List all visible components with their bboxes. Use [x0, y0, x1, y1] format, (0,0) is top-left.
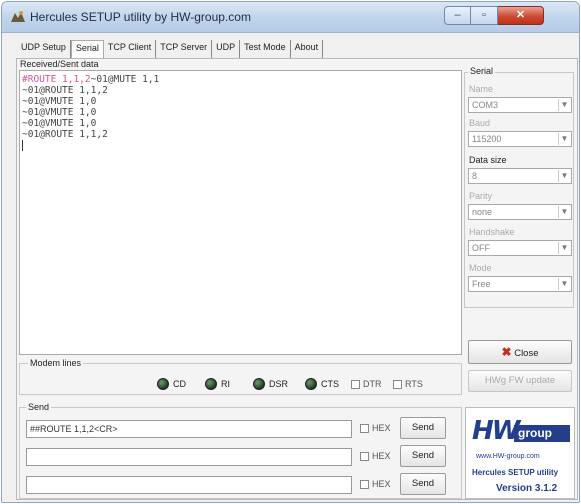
chevron-down-icon[interactable]: ▼ [558, 206, 570, 218]
hex-checkbox-1[interactable] [360, 424, 369, 433]
close-x-icon: ✖ [501, 345, 512, 359]
baud-select[interactable]: 115200 ▼ [468, 131, 572, 147]
chevron-down-icon[interactable]: ▼ [558, 99, 570, 111]
dtr-label: DTR [363, 379, 382, 389]
mode-select[interactable]: Free ▼ [468, 276, 572, 292]
send-input-3[interactable] [26, 476, 352, 494]
parity-value: none [472, 207, 493, 217]
window-title: Hercules SETUP utility by HW-group.com [30, 10, 251, 24]
handshake-value: OFF [472, 243, 490, 253]
cd-label: CD [173, 379, 186, 389]
dsr-led-icon [253, 378, 265, 390]
send-input-1[interactable]: ##ROUTE 1,1,2<CR> [26, 420, 352, 438]
title-bar[interactable]: Hercules SETUP utility by HW-group.com –… [2, 2, 579, 33]
cts-label: CTS [321, 379, 339, 389]
data-size-value: 8 [472, 171, 478, 181]
received-text: ~01@MUTE 1,1 [90, 74, 160, 85]
send-input-2[interactable] [26, 448, 352, 466]
hex-label-3: HEX [372, 479, 391, 489]
cts-led-icon [305, 378, 317, 390]
send-button-1[interactable]: Send [400, 417, 446, 439]
send-group-label: Send [26, 402, 52, 412]
handshake-select[interactable]: OFF ▼ [468, 240, 572, 256]
terminal-line: ~01@VMUTE 1,0 [22, 107, 97, 118]
modem-lines-label: Modem lines [28, 358, 84, 368]
mode-label: Mode [469, 263, 492, 273]
port-name-value: COM3 [472, 100, 499, 110]
tab-about[interactable]: About [291, 40, 324, 58]
hercules-app-icon [11, 11, 25, 22]
terminal-line: ~01@VMUTE 1,0 [22, 96, 97, 107]
serial-group-label: Serial [468, 66, 496, 76]
rts-checkbox[interactable] [393, 380, 402, 389]
tab-tcp-server[interactable]: TCP Server [156, 40, 213, 58]
hw-group-logo: HW group www.HW-group.com Hercules SETUP… [465, 407, 575, 499]
ri-label: RI [221, 379, 230, 389]
chevron-down-icon[interactable]: ▼ [558, 170, 570, 182]
tab-udp[interactable]: UDP [212, 40, 241, 58]
tab-tcp-client[interactable]: TCP Client [104, 40, 157, 58]
chevron-down-icon[interactable]: ▼ [558, 242, 570, 254]
minimize-button[interactable]: – [444, 6, 471, 25]
received-sent-label: Received/Sent data [18, 59, 101, 69]
hex-label-2: HEX [372, 451, 391, 461]
parity-label: Parity [469, 191, 493, 201]
data-size-select[interactable]: 8 ▼ [468, 168, 572, 184]
terminal-line: ~01@ROUTE 1,1,2 [22, 85, 108, 96]
terminal-line: ~01@ROUTE 1,1,2 [22, 129, 108, 140]
name-label: Name [469, 84, 494, 94]
text-cursor [22, 140, 23, 151]
cd-led-icon [157, 378, 169, 390]
tab-udp-setup[interactable]: UDP Setup [17, 40, 71, 58]
close-port-label: Close [514, 348, 539, 359]
close-port-button[interactable]: ✖ Close [468, 340, 572, 364]
rts-label: RTS [405, 379, 423, 389]
logo-group-text: group [514, 425, 570, 442]
close-window-button[interactable]: ✕ [498, 6, 544, 25]
chevron-down-icon[interactable]: ▼ [558, 278, 570, 290]
maximize-button[interactable]: ▫ [471, 6, 498, 25]
dsr-label: DSR [269, 379, 289, 389]
logo-version: Version 3.1.2 [496, 483, 558, 494]
sent-text: #ROUTE 1,1,2 [22, 74, 91, 85]
handshake-label: Handshake [469, 227, 515, 237]
baud-value: 115200 [472, 134, 502, 144]
parity-select[interactable]: none ▼ [468, 204, 572, 220]
modem-lines-group [19, 363, 462, 395]
terminal-line: #ROUTE 1,1,2~01@MUTE 1,1 [22, 74, 459, 85]
hex-checkbox-3[interactable] [360, 480, 369, 489]
tab-serial[interactable]: Serial [70, 40, 104, 58]
data-size-label: Data size [469, 155, 507, 165]
terminal-line: ~01@VMUTE 1,0 [22, 118, 97, 129]
hex-checkbox-2[interactable] [360, 452, 369, 461]
logo-hw-text: HW [472, 416, 520, 446]
chevron-down-icon[interactable]: ▼ [558, 133, 570, 145]
app-window: Hercules SETUP utility by HW-group.com –… [1, 1, 580, 503]
tab-test-mode[interactable]: Test Mode [240, 40, 291, 58]
logo-url: www.HW-group.com [476, 453, 540, 460]
send-button-3[interactable]: Send [400, 473, 446, 495]
logo-product-name: Hercules SETUP utility [472, 468, 559, 477]
received-data-terminal[interactable]: #ROUTE 1,1,2~01@MUTE 1,1 ~01@ROUTE 1,1,2… [19, 70, 462, 355]
dtr-checkbox[interactable] [351, 380, 360, 389]
mode-value: Free [472, 279, 491, 289]
send-button-2[interactable]: Send [400, 445, 446, 467]
tab-bar: UDP Setup Serial TCP Client TCP Server U… [17, 40, 324, 58]
port-name-select[interactable]: COM3 ▼ [468, 97, 572, 113]
fw-update-button[interactable]: HWg FW update [468, 370, 572, 392]
ri-led-icon [205, 378, 217, 390]
hex-label-1: HEX [372, 423, 391, 433]
baud-label: Baud [469, 118, 491, 128]
